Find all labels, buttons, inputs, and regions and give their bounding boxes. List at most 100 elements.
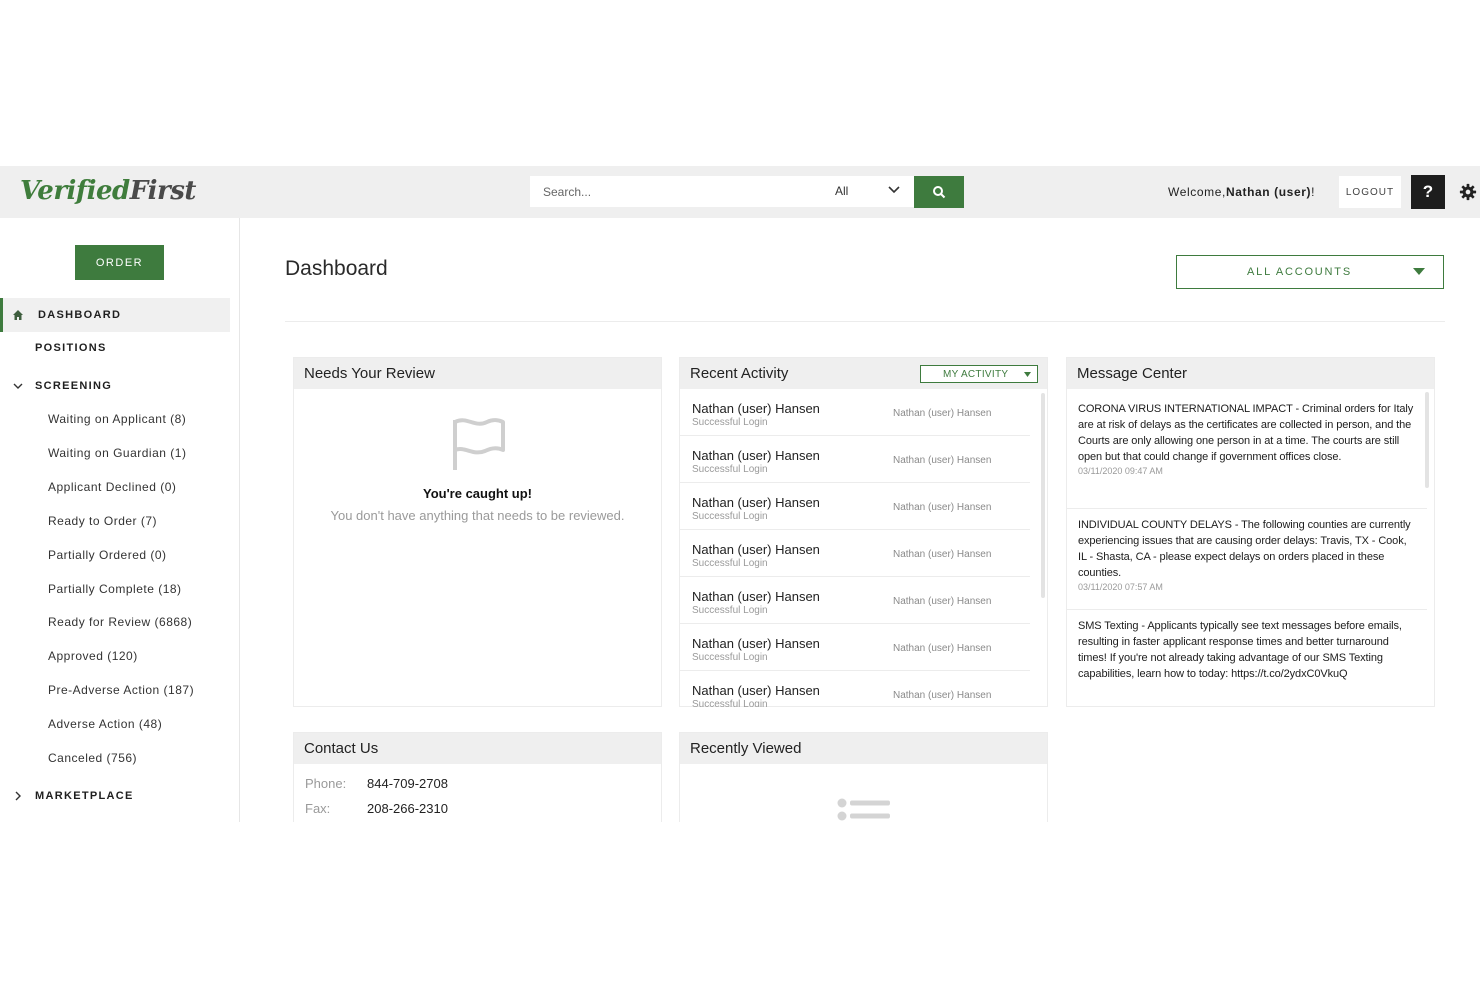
message-text: INDIVIDUAL COUNTY DELAYS - The following… (1078, 519, 1411, 579)
chevron-right-icon (15, 791, 21, 801)
message-text: SMS Texting - Applicants typically see t… (1078, 620, 1402, 680)
sidebar-item-dashboard[interactable]: DASHBOARD (0, 298, 230, 332)
activity-event: Successful Login (692, 699, 768, 707)
home-icon (13, 310, 23, 320)
screening-item-waiting-on-guardian[interactable]: Waiting on Guardian (1) (48, 446, 186, 460)
activity-event: Successful Login (692, 417, 768, 428)
search-scope-value: All (835, 184, 849, 198)
panel-header: Contact Us (294, 733, 661, 764)
activity-name: Nathan (user) Hansen (692, 448, 820, 463)
logo-text-verified: Verified (20, 176, 130, 206)
screening-item-partially-complete[interactable]: Partially Complete (18) (48, 582, 182, 596)
sidebar-item-marketplace[interactable]: MARKETPLACE (0, 786, 230, 806)
activity-user: Nathan (user) Hansen (893, 455, 992, 466)
panel-title: Needs Your Review (304, 365, 435, 382)
message-item: CORONA VIRUS INTERNATIONAL IMPACT - Crim… (1078, 401, 1418, 476)
chevron-down-icon (888, 186, 900, 194)
empty-state-title: You're caught up! (422, 486, 532, 501)
search-scope-select[interactable]: All (825, 176, 914, 207)
caret-down-icon (1024, 372, 1031, 377)
sidebar-item-screening[interactable]: SCREENING (0, 376, 230, 396)
header-divider (285, 321, 1445, 322)
logo[interactable]: VerifiedFirst (20, 176, 196, 206)
search-icon (933, 186, 946, 199)
activity-user: Nathan (user) Hansen (893, 643, 992, 654)
accounts-select-value: ALL ACCOUNTS (1247, 266, 1352, 278)
activity-name: Nathan (user) Hansen (692, 636, 820, 651)
panel-header: Recently Viewed (680, 733, 1047, 764)
welcome-message: Welcome,Nathan (user)! (1168, 185, 1315, 199)
panel-title: Message Center (1077, 365, 1188, 382)
activity-user: Nathan (user) Hansen (893, 690, 992, 701)
help-button[interactable]: ? (1411, 175, 1445, 209)
search-box: All (530, 176, 914, 207)
activity-user: Nathan (user) Hansen (893, 502, 992, 513)
activity-scrollbar[interactable] (1041, 393, 1045, 598)
activity-user: Nathan (user) Hansen (893, 549, 992, 560)
welcome-user: Nathan (user) (1225, 185, 1312, 199)
activity-row[interactable]: Nathan (user) Hansen Successful Login Na… (680, 577, 1030, 624)
logo-text-first: First (129, 176, 197, 206)
panel-header: Message Center (1067, 358, 1434, 389)
welcome-suffix: ! (1311, 185, 1316, 199)
panel-title: Recently Viewed (690, 740, 802, 757)
activity-name: Nathan (user) Hansen (692, 683, 820, 698)
activity-name: Nathan (user) Hansen (692, 495, 820, 510)
message-item: INDIVIDUAL COUNTY DELAYS - The following… (1078, 517, 1418, 592)
activity-filter-select[interactable]: MY ACTIVITY (920, 365, 1038, 383)
sidebar-item-label: SCREENING (35, 380, 113, 392)
panel-header: Recent Activity MY ACTIVITY (680, 358, 1047, 389)
activity-row[interactable]: Nathan (user) Hansen Successful Login Na… (680, 389, 1030, 436)
recently-viewed-panel: Recently Viewed (679, 732, 1048, 822)
contact-fax-value: 208-266-2310 (367, 801, 448, 816)
sidebar-item-positions[interactable]: POSITIONS (0, 338, 230, 358)
activity-row[interactable]: Nathan (user) Hansen Successful Login Na… (680, 671, 1030, 707)
screening-item-ready-for-review[interactable]: Ready for Review (6868) (48, 615, 192, 629)
contact-phone-value[interactable]: 844-709-2708 (367, 776, 448, 791)
needs-review-panel: Needs Your Review You're caught up! You … (293, 357, 662, 707)
activity-user: Nathan (user) Hansen (893, 408, 992, 419)
message-item: SMS Texting - Applicants typically see t… (1078, 618, 1418, 682)
screening-item-applicant-declined[interactable]: Applicant Declined (0) (48, 480, 176, 494)
activity-name: Nathan (user) Hansen (692, 589, 820, 604)
caret-down-icon (1413, 268, 1425, 275)
activity-row[interactable]: Nathan (user) Hansen Successful Login Na… (680, 483, 1030, 530)
activity-event: Successful Login (692, 652, 768, 663)
activity-event: Successful Login (692, 464, 768, 475)
activity-event: Successful Login (692, 605, 768, 616)
screening-item-partially-ordered[interactable]: Partially Ordered (0) (48, 548, 167, 562)
screening-item-waiting-on-applicant[interactable]: Waiting on Applicant (8) (48, 412, 186, 426)
activity-user: Nathan (user) Hansen (893, 596, 992, 607)
panel-title: Recent Activity (690, 365, 789, 382)
panel-title: Contact Us (304, 740, 379, 757)
logout-button[interactable]: LOGOUT (1339, 176, 1401, 208)
screening-item-ready-to-order[interactable]: Ready to Order (7) (48, 514, 157, 528)
screening-item-canceled[interactable]: Canceled (756) (48, 751, 137, 765)
empty-state-text: You don't have anything that needs to be… (330, 508, 625, 523)
screening-item-approved[interactable]: Approved (120) (48, 649, 138, 663)
search-input[interactable] (530, 176, 820, 207)
flag-icon (453, 418, 505, 470)
sidebar: ORDER DASHBOARD POSITIONS SCREENING Wait… (0, 218, 240, 822)
screening-item-adverse-action[interactable]: Adverse Action (48) (48, 717, 162, 731)
message-text: CORONA VIRUS INTERNATIONAL IMPACT - Crim… (1078, 403, 1414, 463)
activity-row[interactable]: Nathan (user) Hansen Successful Login Na… (680, 436, 1030, 483)
activity-event: Successful Login (692, 558, 768, 569)
gear-icon[interactable] (1459, 183, 1477, 201)
activity-event: Successful Login (692, 511, 768, 522)
message-center-panel: Message Center CORONA VIRUS INTERNATIONA… (1066, 357, 1435, 707)
top-bar: VerifiedFirst All Welcome,Nathan (user)!… (0, 166, 1480, 218)
screening-item-pre-adverse-action[interactable]: Pre-Adverse Action (187) (48, 683, 194, 697)
search-button[interactable] (914, 176, 964, 208)
order-button[interactable]: ORDER (75, 245, 164, 280)
activity-name: Nathan (user) Hansen (692, 401, 820, 416)
activity-row[interactable]: Nathan (user) Hansen Successful Login Na… (680, 530, 1030, 577)
contact-fax-label: Fax: (305, 801, 331, 816)
accounts-select[interactable]: ALL ACCOUNTS (1176, 255, 1444, 289)
sidebar-item-label: MARKETPLACE (35, 790, 134, 802)
recent-activity-panel: Recent Activity MY ACTIVITY Nathan (user… (679, 357, 1048, 707)
message-scrollbar[interactable] (1425, 392, 1429, 488)
activity-row[interactable]: Nathan (user) Hansen Successful Login Na… (680, 624, 1030, 671)
activity-filter-value: MY ACTIVITY (943, 369, 1009, 380)
message-list: CORONA VIRUS INTERNATIONAL IMPACT - Crim… (1067, 389, 1427, 707)
